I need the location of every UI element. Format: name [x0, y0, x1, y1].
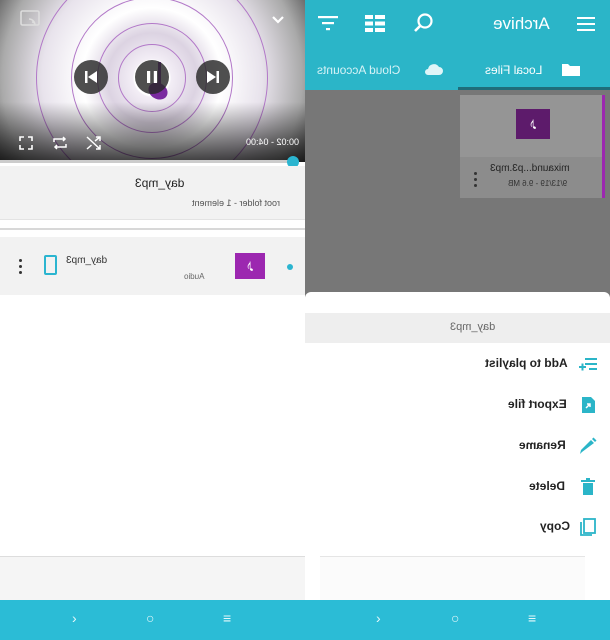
fullscreen-icon[interactable] — [19, 136, 33, 155]
progress-track[interactable] — [0, 160, 295, 163]
folder-icon — [561, 61, 581, 82]
export-file-button[interactable]: Export file — [305, 385, 610, 425]
previous-button[interactable] — [74, 60, 108, 94]
file-card[interactable]: ♪ mixaund...p3.mp3 9/13/19 - 9.6 MB — [460, 95, 605, 198]
skip-next-icon — [207, 71, 219, 83]
file-card-meta: 9/13/19 - 9.6 MB — [508, 179, 568, 188]
tab-indicator — [458, 87, 610, 90]
grid-view-icon[interactable] — [365, 15, 385, 37]
menu-item-label: Copy — [540, 519, 570, 533]
copy-icon — [580, 518, 596, 536]
skip-previous-icon — [85, 71, 97, 83]
trash-icon — [581, 478, 595, 495]
delete-button[interactable]: Delete — [305, 467, 610, 507]
kebab-menu-icon[interactable] — [474, 172, 477, 187]
list-item-type: Audio — [184, 272, 205, 281]
current-file-name: day_mp3 — [135, 176, 185, 190]
cloud-icon — [423, 62, 443, 81]
app-title: Archive — [493, 14, 550, 33]
tab-local-files[interactable]: Local Files — [485, 63, 542, 77]
pencil-icon — [580, 437, 597, 454]
menu-item-label: Add to playlist — [485, 356, 568, 370]
divider — [0, 228, 305, 230]
playlist-add-icon — [579, 358, 597, 371]
rename-button[interactable]: Rename — [305, 426, 610, 466]
file-card-name: mixaund...p3.mp3 — [490, 163, 570, 174]
shuffle-icon[interactable] — [86, 136, 101, 155]
kebab-menu-icon[interactable] — [19, 259, 22, 274]
copy-button[interactable]: Copy — [305, 507, 610, 547]
search-icon[interactable] — [413, 12, 435, 39]
next-button[interactable] — [196, 60, 230, 94]
time-display: 00:02 - 04:00 — [246, 137, 300, 147]
back-icon[interactable]: › — [72, 610, 77, 626]
tab-cloud-accounts[interactable]: Cloud Accounts — [317, 63, 400, 77]
artwork-fade — [0, 102, 305, 162]
phone-icon — [44, 255, 57, 275]
cast-icon[interactable] — [20, 10, 40, 31]
home-icon[interactable]: ○ — [146, 610, 154, 626]
hamburger-menu-icon[interactable] — [577, 17, 595, 36]
recents-icon[interactable]: ≡ — [528, 610, 536, 626]
music-note-icon: ♪ — [235, 253, 265, 279]
repeat-icon[interactable] — [52, 136, 68, 155]
pause-icon — [147, 71, 157, 83]
archive-screen: Archive Cloud Accounts Local Files ♪ mix… — [305, 0, 610, 600]
chevron-down-icon[interactable] — [271, 12, 285, 30]
toolbar: Archive — [305, 0, 610, 50]
action-sheet: day_mp3 Add to playlist Export file Rena… — [305, 292, 610, 600]
list-item[interactable]: day_mp3 Audio ♪ — [0, 237, 305, 295]
bottom-area — [0, 557, 305, 600]
sheet-footer — [320, 556, 585, 600]
now-playing-info: day_mp3 root folder - 1 element — [0, 166, 305, 220]
home-icon[interactable]: ○ — [451, 610, 459, 626]
file-thumbnail: ♪ — [460, 95, 602, 157]
menu-item-label: Export file — [508, 397, 567, 411]
playing-indicator — [287, 264, 293, 270]
add-to-playlist-button[interactable]: Add to playlist — [305, 344, 610, 384]
sheet-title: day_mp3 — [305, 313, 610, 343]
filter-icon[interactable] — [318, 15, 338, 36]
player-artwork: 00:02 - 04:00 — [0, 0, 305, 162]
menu-item-label: Delete — [529, 479, 566, 493]
music-note-icon: ♪ — [516, 109, 550, 139]
system-navigation-bar: › ○ ≡ › ○ ≡ — [0, 600, 610, 640]
player-screen: 00:02 - 04:00 day_mp3 root folder - 1 el… — [0, 0, 305, 600]
export-file-icon — [582, 397, 595, 413]
back-icon[interactable]: › — [376, 610, 381, 626]
menu-item-label: Rename — [519, 438, 566, 452]
recents-icon[interactable]: ≡ — [223, 610, 231, 626]
tab-bar: Cloud Accounts Local Files — [305, 50, 610, 90]
folder-info: root folder - 1 element — [192, 198, 281, 208]
list-item-name: day_mp3 — [66, 255, 108, 266]
pause-button[interactable] — [135, 60, 169, 94]
